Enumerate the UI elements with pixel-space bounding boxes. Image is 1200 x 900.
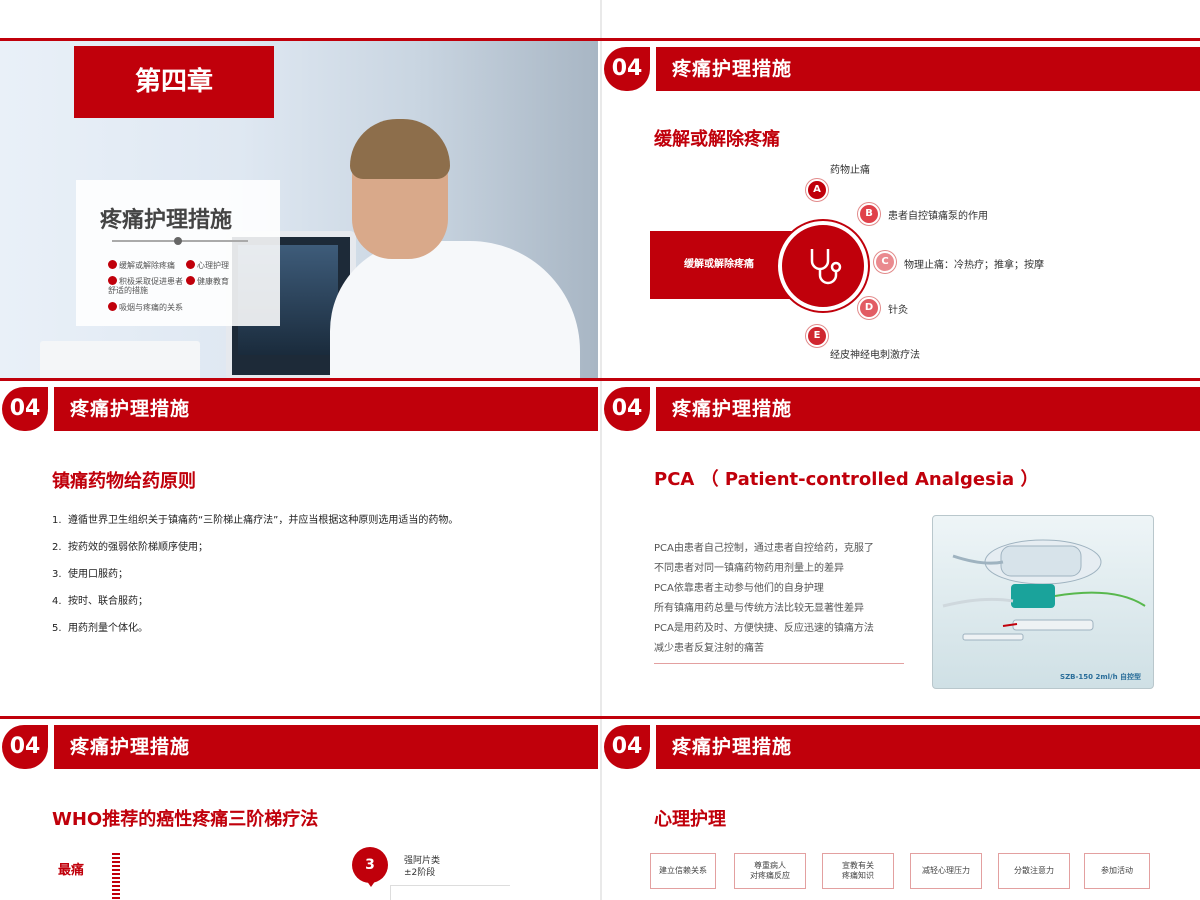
- slide-relief[interactable]: 04 疼痛护理措施 缓解或解除疼痛 缓解或解除疼痛 A 药物止痛 B 患者自控镇…: [602, 41, 1200, 378]
- slide-header: 04 疼痛护理措施: [602, 47, 1200, 91]
- cover-title: 疼痛护理措施: [100, 208, 233, 233]
- slide-chapter-cover[interactable]: 第四章 疼痛护理措施 缓解或解除疼痛 心理护理 积极采取促进患者舒适的措施 健康…: [0, 41, 598, 378]
- psych-box: 尊重病人 对疼痛反应: [734, 853, 806, 889]
- section-number: 04: [604, 387, 650, 431]
- list-item: 4. 按时、联合服药；: [52, 596, 148, 607]
- header-title: 疼痛护理措施: [672, 58, 793, 80]
- pca-underline: [654, 663, 904, 664]
- item-b-label: 患者自控镇痛泵的作用: [888, 211, 988, 222]
- ladder-axis-label: 最痛: [58, 863, 85, 878]
- step-badge-pointer: [364, 877, 378, 887]
- item-e-badge: E: [806, 325, 828, 347]
- header-title: 疼痛护理措施: [70, 736, 191, 758]
- section-number: 04: [2, 387, 48, 431]
- item-e-label: 经皮神经电刺激疗法: [830, 350, 920, 361]
- list-item: 1. 遵循世界卫生组织关于镇痛药“三阶梯止痛疗法”，并应当根据这种原则选用适当的药…: [52, 515, 459, 526]
- principles-list: 1. 遵循世界卫生组织关于镇痛药“三阶梯止痛疗法”，并应当根据这种原则选用适当的药…: [52, 511, 458, 646]
- header-title: 疼痛护理措施: [672, 398, 793, 420]
- list-item: 5. 用药剂量个体化。: [52, 623, 148, 634]
- list-item: 2. 按药效的强弱依阶梯顺序使用；: [52, 542, 208, 553]
- slide-subtitle: 缓解或解除疼痛: [654, 129, 780, 150]
- play-icon: [186, 260, 195, 269]
- relief-circle: [778, 221, 868, 311]
- pca-pump-photo: SZB-150 2ml/h 自控型: [932, 515, 1154, 689]
- slide-header: 04 疼痛护理措施: [0, 725, 598, 769]
- header-title: 疼痛护理措施: [672, 736, 793, 758]
- toc-item[interactable]: 健康教育: [186, 276, 229, 286]
- cover-title-rule: [112, 237, 248, 245]
- step-description: 强阿片类 ±2阶段: [404, 856, 441, 878]
- slide-subtitle: 心理护理: [654, 809, 726, 830]
- section-number: 04: [604, 725, 650, 769]
- psych-care-row: 建立信赖关系 尊重病人 对疼痛反应 宣教有关 疼痛知识 减轻心理压力 分散注意力 参…: [650, 853, 1170, 893]
- header-title: 疼痛护理措施: [70, 398, 191, 420]
- cover-card: 疼痛护理措施 缓解或解除疼痛 心理护理 积极采取促进患者舒适的措施 健康教育 吸…: [76, 180, 280, 326]
- item-c-badge: C: [874, 251, 896, 273]
- stethoscope-icon: [810, 249, 842, 285]
- toc-item[interactable]: 积极采取促进患者舒适的措施: [108, 276, 188, 295]
- play-icon: [186, 276, 195, 285]
- slide-sheet: 第四章 疼痛护理措施 缓解或解除疼痛 心理护理 积极采取促进患者舒适的措施 健康…: [0, 0, 1200, 900]
- slide-who-ladder[interactable]: 04 疼痛护理措施 WHO推荐的癌性疼痛三阶梯疗法 最痛 3 强阿片类 ±2阶段: [0, 719, 598, 900]
- chapter-badge: 第四章: [74, 46, 274, 118]
- slide-header: 04 疼痛护理措施: [0, 387, 598, 431]
- slide-psych-care[interactable]: 04 疼痛护理措施 心理护理 建立信赖关系 尊重病人 对疼痛反应 宣教有关 疼痛知识…: [602, 719, 1200, 900]
- psych-box: 建立信赖关系: [650, 853, 716, 889]
- item-c-label: 物理止痛：冷热疗；推拿；按摩: [904, 260, 1044, 271]
- psych-box: 参加活动: [1084, 853, 1150, 889]
- psych-box: 分散注意力: [998, 853, 1070, 889]
- item-a-badge: A: [806, 179, 828, 201]
- psych-box: 减轻心理压力: [910, 853, 982, 889]
- pca-description: PCA由患者自己控制，通过患者自控给药，克服了 不同患者对同一镇痛药物药用剂量上…: [654, 543, 874, 654]
- play-icon: [108, 260, 117, 269]
- slide-subtitle: WHO推荐的癌性疼痛三阶梯疗法: [52, 809, 319, 830]
- ladder-step-outline: [390, 885, 510, 900]
- section-number: 04: [604, 47, 650, 91]
- slide-pca[interactable]: 04 疼痛护理措施 PCA （ Patient-controlled Analg…: [602, 381, 1200, 716]
- play-icon: [108, 276, 117, 285]
- toc-item[interactable]: 心理护理: [186, 260, 229, 270]
- item-d-badge: D: [858, 297, 880, 319]
- psych-box: 宣教有关 疼痛知识: [822, 853, 894, 889]
- item-a-label: 药物止痛: [830, 165, 870, 176]
- list-item: 3. 使用口服药；: [52, 569, 128, 580]
- pca-photo-caption: SZB-150 2ml/h 自控型: [1060, 673, 1141, 681]
- item-d-label: 针灸: [888, 305, 908, 316]
- section-number: 04: [2, 725, 48, 769]
- photo-shelf: [40, 341, 200, 378]
- ladder-axis: [112, 853, 120, 899]
- toc-item[interactable]: 吸烟与疼痛的关系: [108, 302, 183, 312]
- slide-header: 04 疼痛护理措施: [602, 387, 1200, 431]
- pca-pump-illustration: [942, 539, 1146, 641]
- play-icon: [108, 302, 117, 311]
- slide-drug-principles[interactable]: 04 疼痛护理措施 镇痛药物给药原则 1. 遵循世界卫生组织关于镇痛药“三阶梯止痛…: [0, 381, 598, 716]
- toc-item[interactable]: 缓解或解除疼痛: [108, 260, 175, 270]
- slide-subtitle: PCA （ Patient-controlled Analgesia ）: [654, 469, 1039, 490]
- item-b-badge: B: [858, 203, 880, 225]
- slide-subtitle: 镇痛药物给药原则: [52, 471, 196, 492]
- slide-header: 04 疼痛护理措施: [602, 725, 1200, 769]
